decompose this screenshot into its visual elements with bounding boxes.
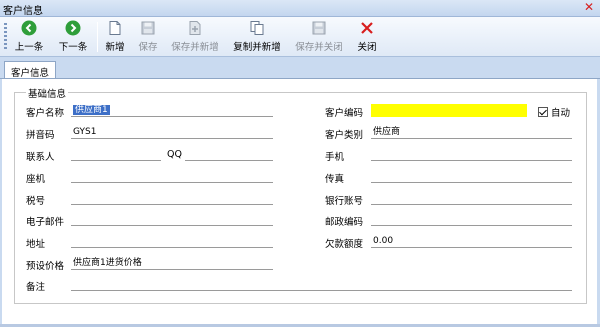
customer-name-value: 供应商1 xyxy=(73,105,110,115)
save-button[interactable]: 保存 xyxy=(135,20,161,54)
customer-type-label: 客户类别 xyxy=(325,130,364,141)
fax-label: 传真 xyxy=(325,174,345,185)
fax-field[interactable] xyxy=(371,170,572,183)
prev-record-label: 上一条 xyxy=(14,42,44,53)
toolbar: 上一条 下一条 新增 保存 保存并新增 复制并新增 保存并关闭 关闭 xyxy=(0,17,600,57)
copy-and-new-label: 复制并新增 xyxy=(233,42,281,53)
customer-name-label: 客户名称 xyxy=(26,108,65,119)
contact-field[interactable] xyxy=(71,148,161,161)
credit-limit-field[interactable]: 0.00 xyxy=(371,235,572,248)
customer-code-field[interactable] xyxy=(371,104,527,117)
email-field[interactable] xyxy=(71,213,273,226)
window-title: 客户信息 xyxy=(3,6,43,17)
postcode-field[interactable] xyxy=(371,213,572,226)
auto-checkbox[interactable] xyxy=(538,107,548,117)
credit-limit-label: 欠款额度 xyxy=(325,239,364,250)
preset-price-field[interactable]: 供应商1进货价格 xyxy=(71,257,273,270)
window-titlebar: 客户信息 ✕ xyxy=(0,0,600,17)
copy-and-new-button[interactable]: 复制并新增 xyxy=(231,20,283,54)
address-field[interactable] xyxy=(71,235,273,248)
arrow-right-icon xyxy=(65,20,81,36)
save-add-icon xyxy=(189,21,201,35)
qq-field[interactable] xyxy=(185,148,273,161)
tax-number-field[interactable] xyxy=(71,192,273,205)
customer-name-field[interactable]: 供应商1 xyxy=(71,104,273,117)
auto-label: 自动 xyxy=(551,108,571,119)
save-close-icon xyxy=(312,21,326,35)
new-button[interactable]: 新增 xyxy=(102,20,128,54)
close-button[interactable]: 关闭 xyxy=(355,20,379,54)
contact-label: 联系人 xyxy=(26,152,55,163)
mobile-field[interactable] xyxy=(371,148,572,161)
toolbar-grip[interactable] xyxy=(4,23,7,51)
preset-price-label: 预设价格 xyxy=(26,261,65,272)
address-label: 地址 xyxy=(26,239,46,250)
close-x-icon xyxy=(361,22,373,34)
basic-info-title: 基础信息 xyxy=(26,86,69,100)
qq-label: QQ xyxy=(167,149,182,160)
tax-number-label: 税号 xyxy=(26,196,46,207)
toolbar-separator xyxy=(97,22,98,52)
save-and-close-label: 保存并关闭 xyxy=(295,42,343,53)
remark-label: 备注 xyxy=(26,282,46,293)
customer-info-panel: 基础信息 客户名称 供应商1 客户编码 自动 拼音码 GYS1 客户类别 供应商… xyxy=(2,79,597,324)
mobile-label: 手机 xyxy=(325,152,345,163)
window-close-icon[interactable]: ✕ xyxy=(584,0,594,14)
bank-account-label: 银行账号 xyxy=(325,196,364,207)
remark-field[interactable] xyxy=(71,278,572,291)
next-record-label: 下一条 xyxy=(58,42,88,53)
save-icon xyxy=(141,21,155,35)
new-label: 新增 xyxy=(105,42,125,53)
bank-account-field[interactable] xyxy=(371,192,572,205)
postcode-label: 邮政编码 xyxy=(325,217,364,228)
landline-label: 座机 xyxy=(26,174,46,185)
pinyin-code-field[interactable]: GYS1 xyxy=(71,126,273,139)
next-record-button[interactable]: 下一条 xyxy=(54,20,92,54)
close-label: 关闭 xyxy=(357,42,377,53)
save-and-new-button[interactable]: 保存并新增 xyxy=(169,20,221,54)
customer-code-label: 客户编码 xyxy=(325,108,364,119)
save-and-new-label: 保存并新增 xyxy=(171,42,219,53)
pinyin-code-label: 拼音码 xyxy=(26,130,55,141)
tab-strip: 客户信息 xyxy=(0,58,600,79)
save-label: 保存 xyxy=(138,42,158,53)
arrow-left-icon xyxy=(21,20,37,36)
copy-icon xyxy=(250,21,264,35)
save-and-close-button[interactable]: 保存并关闭 xyxy=(292,20,346,54)
landline-field[interactable] xyxy=(71,170,273,183)
prev-record-button[interactable]: 上一条 xyxy=(12,20,46,54)
tab-customer-info[interactable]: 客户信息 xyxy=(4,61,56,79)
new-document-icon xyxy=(109,21,121,35)
email-label: 电子邮件 xyxy=(26,217,65,228)
customer-type-field[interactable]: 供应商 xyxy=(371,126,572,139)
